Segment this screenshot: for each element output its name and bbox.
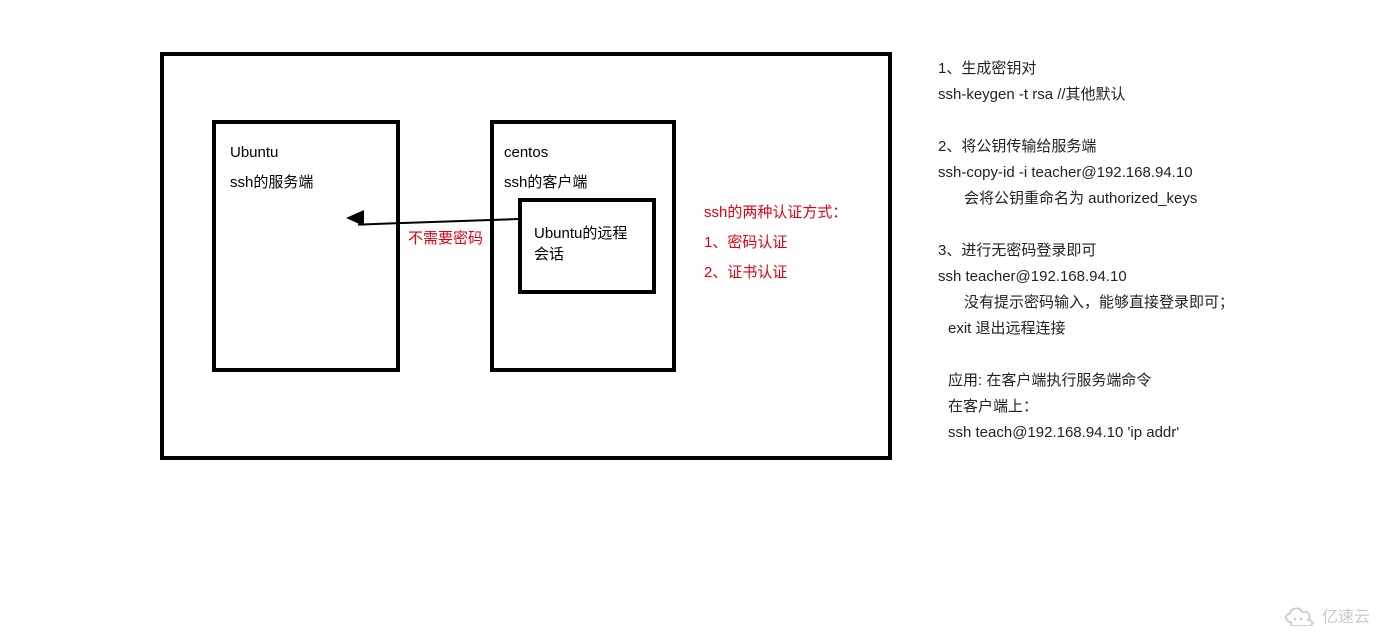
watermark-text: 亿速云 [1322,603,1370,627]
remote-session-line1: Ubuntu的远程 [534,222,640,243]
note-3-exit: exit 退出远程连接 [938,316,1338,342]
note-block-2: 2、将公钥传输给服务端 ssh-copy-id -i teacher@192.1… [938,134,1338,212]
ssh-auth-heading: ssh的两种认证方式： [704,198,847,228]
watermark: 亿速云 [1282,603,1370,627]
ubuntu-server-box: Ubuntu ssh的服务端 [212,120,400,372]
note-4-cmd: ssh teach@192.168.94.10 'ip addr' [948,420,1338,446]
note-2-desc: 会将公钥重命名为 authorized_keys [938,186,1338,212]
instruction-notes: 1、生成密钥对 ssh-keygen -t rsa //其他默认 2、将公钥传输… [938,56,1338,472]
note-4-where: 在客户端上： [948,394,1338,420]
note-3-desc: 没有提示密码输入，能够直接登录即可； [938,290,1338,316]
note-3-title: 3、进行无密码登录即可 [938,238,1338,264]
ubuntu-role: ssh的服务端 [230,171,382,192]
ssh-auth-item1: 1、密码认证 [704,228,847,258]
ubuntu-title: Ubuntu [230,144,382,161]
arrow-icon [346,214,518,224]
note-block-4: 应用: 在客户端执行服务端命令 在客户端上： ssh teach@192.168… [938,368,1338,446]
note-block-1: 1、生成密钥对 ssh-keygen -t rsa //其他默认 [938,56,1338,108]
remote-session-box: Ubuntu的远程 会话 [518,198,656,294]
note-block-3: 3、进行无密码登录即可 ssh teacher@192.168.94.10 没有… [938,238,1338,342]
arrow-caption: 不需要密码 [408,227,483,248]
cloud-icon [1282,604,1316,626]
centos-role: ssh的客户端 [504,171,662,192]
remote-session-line2: 会话 [534,243,640,264]
note-3-cmd: ssh teacher@192.168.94.10 [938,264,1338,290]
centos-title: centos [504,144,662,161]
note-1-title: 1、生成密钥对 [938,56,1338,82]
note-2-title: 2、将公钥传输给服务端 [938,134,1338,160]
ssh-auth-methods: ssh的两种认证方式： 1、密码认证 2、证书认证 [704,198,847,288]
note-4-title: 应用: 在客户端执行服务端命令 [948,368,1338,394]
note-2-cmd: ssh-copy-id -i teacher@192.168.94.10 [938,160,1338,186]
note-1-cmd: ssh-keygen -t rsa //其他默认 [938,82,1338,108]
ssh-auth-item2: 2、证书认证 [704,258,847,288]
